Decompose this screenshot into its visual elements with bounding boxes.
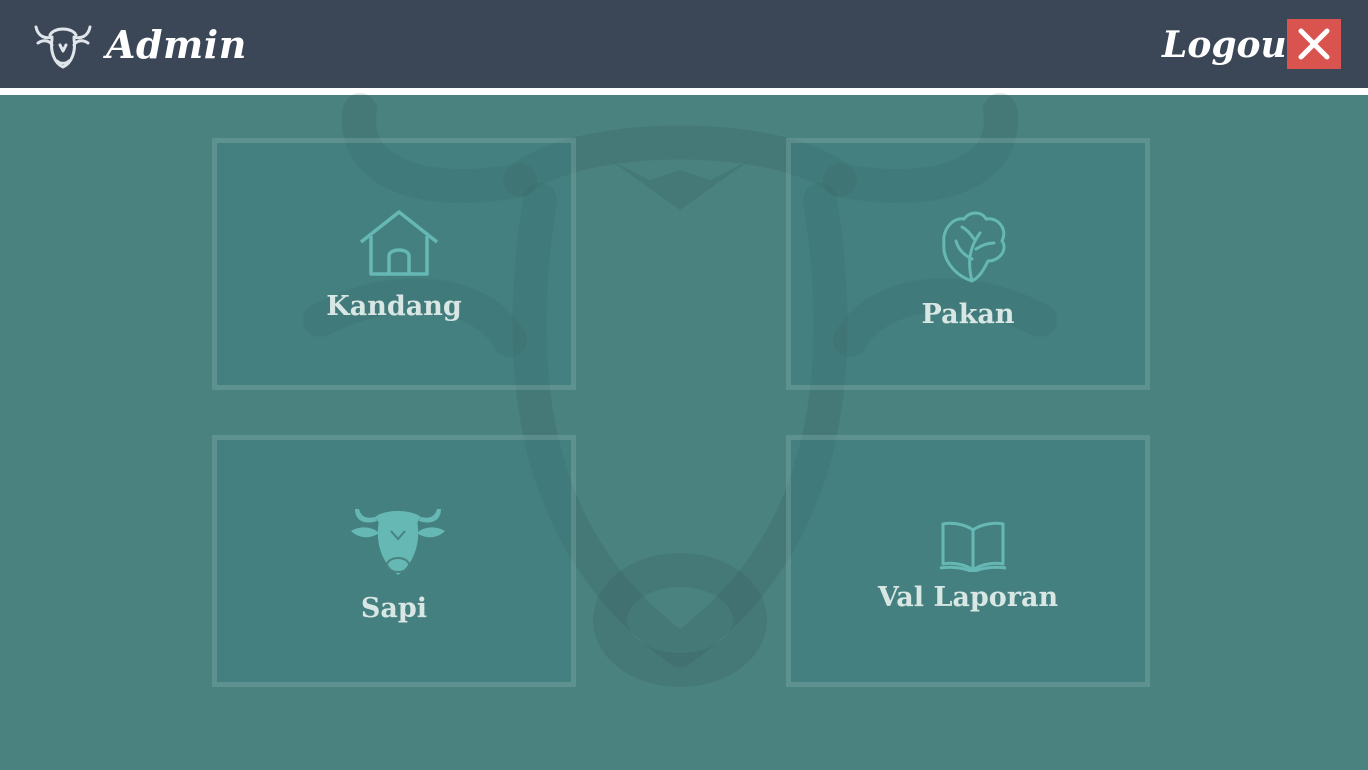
logout-label[interactable]: Logout (1162, 20, 1303, 70)
tile-label-kandang: Kandang (326, 291, 462, 322)
lettuce-leaf-icon (942, 211, 1006, 283)
menu-tile-pakan[interactable]: Pakan (786, 138, 1150, 390)
bull-head-icon (34, 25, 92, 69)
top-navigation-bar: Admin Logout (0, 0, 1368, 88)
close-icon (1298, 28, 1330, 60)
tile-label-val-laporan: Val Laporan (877, 582, 1059, 613)
menu-tile-val-laporan[interactable]: Val Laporan (786, 435, 1150, 687)
menu-tile-sapi[interactable]: Sapi (212, 435, 576, 687)
tile-label-pakan: Pakan (921, 299, 1015, 330)
open-book-icon (939, 521, 1007, 572)
menu-tile-kandang[interactable]: Kandang (212, 138, 576, 390)
logout-button[interactable] (1287, 19, 1341, 69)
brand: Admin (32, 16, 247, 72)
barn-house-icon (359, 210, 439, 276)
cow-head-icon (351, 509, 445, 575)
app-title: Admin (106, 21, 247, 67)
tile-label-sapi: Sapi (360, 593, 428, 624)
